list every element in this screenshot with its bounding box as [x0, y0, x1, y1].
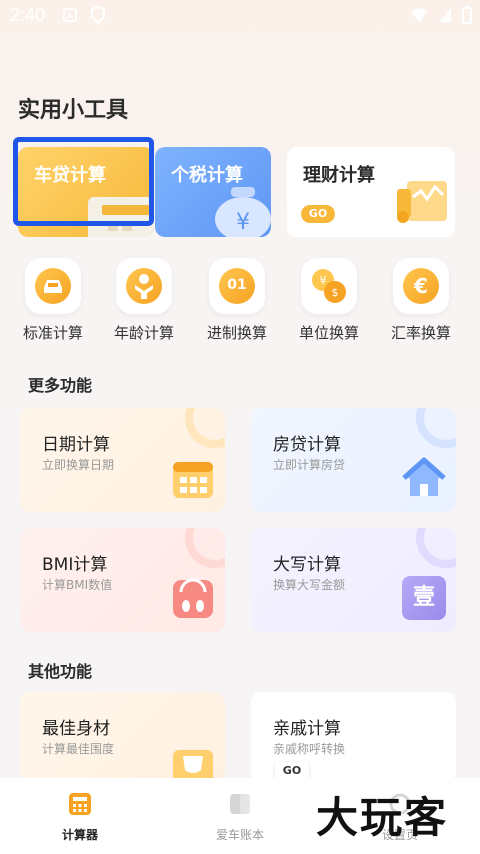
calendar-icon: [173, 462, 213, 498]
section-title-more: 更多功能: [28, 376, 93, 395]
quick-tool-label: 汇率换算: [390, 324, 451, 342]
finance-label: 理财计算: [303, 165, 375, 186]
house-icon: [402, 457, 446, 496]
chinese-numeral-icon: 壹: [402, 576, 446, 620]
feature-subtitle: 换算大写金额: [273, 578, 346, 592]
capital-numeral-card[interactable]: 大写计算 换算大写金额 壹: [251, 528, 456, 632]
quick-tool-age[interactable]: 年龄计算: [99, 258, 189, 343]
svg-text:¥: ¥: [236, 210, 250, 235]
mortgage-calc-card[interactable]: 房贷计算 立即计算房贷: [251, 408, 456, 512]
quick-tool-label: 年龄计算: [113, 324, 174, 342]
finance-card[interactable]: 理财计算 GO: [287, 147, 455, 237]
status-bar: 2:40 A: [0, 0, 480, 32]
finance-go-badge[interactable]: GO: [301, 205, 335, 223]
relative-calc-card[interactable]: 亲戚计算 亲戚称呼转换 GO: [251, 692, 456, 782]
section-title-other: 其他功能: [28, 662, 93, 681]
nav-car-ledger[interactable]: 爱车账本: [180, 792, 300, 843]
euro-exchange-icon: €: [393, 258, 449, 314]
best-figure-card[interactable]: 最佳身材 计算最佳围度: [20, 692, 225, 782]
feature-title: 日期计算: [42, 435, 110, 455]
app-notification-icon: [91, 5, 105, 25]
feature-title: 房贷计算: [273, 435, 341, 455]
money-bag-icon: ¥: [215, 187, 271, 237]
numeral-glyph: 壹: [412, 585, 435, 610]
finance-chart-icon: [397, 181, 447, 223]
signal-icon: [439, 8, 451, 22]
svg-text:$: $: [332, 286, 339, 299]
currency-convert-icon: ¥ $: [301, 258, 357, 314]
feature-subtitle: 计算BMI数值: [42, 578, 113, 592]
person-icon: [116, 258, 172, 314]
battery-icon: [462, 6, 472, 24]
quick-tool-exchange[interactable]: € 汇率换算: [376, 258, 466, 343]
status-time: 2:40: [10, 5, 46, 25]
bmi-calc-card[interactable]: BMI计算 计算BMI数值: [20, 528, 225, 632]
nav-label: 计算器: [61, 828, 98, 842]
nav-label: 爱车账本: [215, 828, 264, 842]
notification-icon: A: [63, 8, 77, 22]
binary-icon: 01: [209, 258, 265, 314]
tax-card[interactable]: 个税计算 ¥: [155, 147, 271, 237]
quick-tool-label: 单位换算: [298, 324, 359, 342]
feature-title: 亲戚计算: [273, 719, 341, 739]
quick-tool-base[interactable]: 01 进制换算: [192, 258, 282, 343]
watermark: 大玩客: [316, 793, 449, 842]
focus-highlight: [13, 137, 154, 226]
ledger-icon: [230, 794, 250, 814]
svg-text:¥: ¥: [320, 274, 327, 287]
feature-subtitle: 立即换算日期: [42, 458, 115, 472]
svg-text:A: A: [67, 12, 74, 22]
nav-calculator[interactable]: 计算器: [20, 792, 140, 843]
date-calc-card[interactable]: 日期计算 立即换算日期: [20, 408, 225, 512]
calculator-icon: [69, 793, 91, 815]
feature-title: 最佳身材: [42, 719, 110, 739]
wifi-icon: [411, 8, 427, 22]
feature-subtitle: 计算最佳围度: [42, 742, 115, 756]
euro-glyph: €: [414, 274, 428, 298]
quick-tool-standard[interactable]: 标准计算: [8, 258, 98, 343]
quick-tool-label: 进制换算: [206, 324, 267, 342]
body-icon: [173, 750, 213, 782]
binary-glyph: 01: [227, 277, 247, 293]
quick-tool-unit[interactable]: ¥ $ 单位换算: [284, 258, 374, 343]
quick-tool-label: 标准计算: [22, 324, 83, 342]
feature-title: 大写计算: [273, 555, 341, 575]
car-icon: [25, 258, 81, 314]
feature-title: BMI计算: [42, 555, 108, 575]
feature-subtitle: 立即计算房贷: [273, 458, 346, 472]
scale-icon: [173, 578, 213, 618]
feature-subtitle: 亲戚称呼转换: [273, 742, 346, 756]
page-title: 实用小工具: [18, 98, 129, 123]
